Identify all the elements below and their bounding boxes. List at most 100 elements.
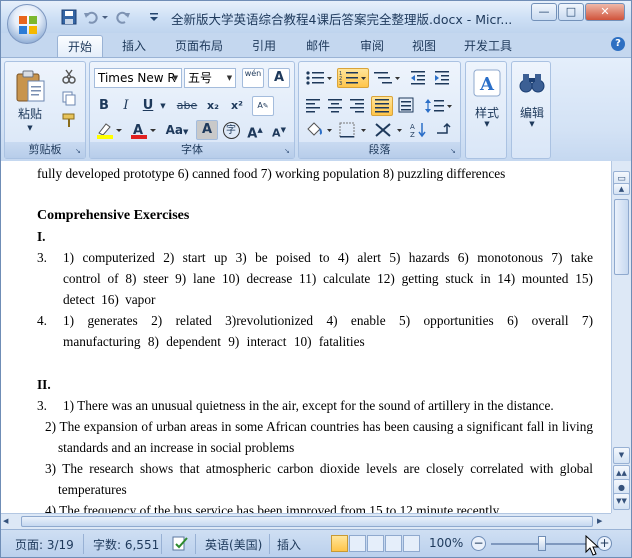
numbering-icon: 123 — [339, 71, 366, 87]
tab-insert[interactable]: 插入 — [111, 35, 157, 57]
svg-text:3: 3 — [339, 81, 342, 87]
zoom-out-button[interactable]: − — [471, 536, 486, 551]
italic-button[interactable]: I — [116, 96, 136, 116]
vertical-scroll-thumb[interactable] — [614, 199, 629, 275]
section-i-label: I. — [37, 229, 46, 244]
editing-label: 编辑 — [519, 106, 544, 120]
show-marks-button[interactable] — [431, 120, 453, 140]
font-name-combo[interactable]: Times New R ▼ — [94, 68, 182, 88]
save-icon[interactable] — [61, 9, 77, 25]
next-page-button[interactable]: ▼▼ — [613, 493, 630, 510]
asian-layout-button[interactable] — [373, 120, 405, 140]
format-painter-button[interactable] — [57, 110, 81, 130]
web-layout-view-icon[interactable] — [367, 535, 384, 552]
decrease-indent-button[interactable] — [407, 68, 429, 88]
justify-button[interactable] — [371, 96, 393, 116]
paragraph-launcher-icon[interactable]: ↘ — [450, 147, 458, 155]
redo-icon[interactable] — [115, 9, 131, 25]
font-size-dropdown-icon[interactable]: ▼ — [224, 69, 235, 87]
undo-dropdown-icon[interactable] — [101, 9, 109, 25]
window-title: 全新版大学英语综合教程4课后答案完全整理版.docx - Micr... — [171, 12, 513, 27]
zoom-level[interactable]: 100% — [429, 536, 463, 550]
horizontal-scrollbar[interactable]: ◀ ▶ — [1, 513, 611, 529]
help-icon[interactable]: ? — [611, 37, 625, 51]
highlighter-icon — [97, 123, 122, 139]
phonetic-guide-button[interactable]: wén — [242, 68, 264, 88]
zoom-slider-knob[interactable] — [538, 536, 546, 551]
align-left-button[interactable] — [303, 96, 323, 116]
line-spacing-button[interactable] — [423, 96, 455, 116]
proofing-icon[interactable] — [171, 535, 189, 553]
enclose-characters-button[interactable]: 字 — [220, 120, 242, 140]
scroll-down-button[interactable]: ▼ — [613, 447, 630, 464]
font-color-button[interactable]: A — [128, 120, 158, 140]
customize-toolbar-icon[interactable] — [149, 9, 159, 25]
item-text: 1) generates 2) related 3)revolutionized… — [63, 313, 593, 349]
styles-group[interactable]: A 样式 ▼ — [465, 61, 507, 159]
outline-view-icon[interactable] — [385, 535, 402, 552]
tab-developer[interactable]: 开发工具 — [455, 35, 521, 57]
print-layout-view-icon[interactable] — [331, 535, 348, 552]
clear-formatting-button[interactable]: A✎ — [252, 96, 274, 116]
bullets-button[interactable] — [303, 68, 335, 88]
document-body[interactable]: fully developed prototype 6) canned food… — [37, 163, 593, 513]
scroll-left-button[interactable]: ◀ — [3, 516, 15, 527]
multilevel-list-button[interactable] — [371, 68, 403, 88]
borders-button[interactable] — [337, 120, 369, 140]
bold-button[interactable]: B — [94, 96, 114, 116]
underline-dropdown-icon[interactable]: ▼ — [158, 96, 168, 116]
change-case-button[interactable]: Aa▼ — [162, 120, 192, 140]
change-case-label: Aa — [165, 123, 183, 137]
tab-home[interactable]: 开始 — [57, 35, 103, 57]
font-name-dropdown-icon[interactable]: ▼ — [170, 69, 181, 87]
undo-icon[interactable] — [83, 9, 99, 25]
language-indicator[interactable]: 英语(美国) — [205, 536, 262, 553]
page-indicator[interactable]: 页面: 3/19 — [15, 536, 74, 553]
paste-button[interactable]: 粘贴 ▼ — [9, 66, 49, 132]
vertical-scrollbar[interactable]: ▭ ▲ ▼ ▲▲ ● ▼▼ — [611, 161, 631, 513]
list-item: 3. 1) There was an unusual quietness in … — [37, 395, 593, 416]
cut-button[interactable] — [57, 66, 81, 86]
tab-review[interactable]: 审阅 — [349, 35, 395, 57]
font-size-combo[interactable]: 五号 ▼ — [184, 68, 236, 88]
close-button[interactable]: ✕ — [585, 3, 625, 21]
align-right-button[interactable] — [347, 96, 367, 116]
item-number: 4. — [37, 313, 47, 328]
document-page[interactable]: fully developed prototype 6) canned food… — [1, 161, 611, 513]
numbering-button[interactable]: 123 — [337, 68, 369, 88]
font-launcher-icon[interactable]: ↘ — [284, 147, 292, 155]
increase-indent-button[interactable] — [431, 68, 453, 88]
align-center-button[interactable] — [325, 96, 345, 116]
tab-references[interactable]: 引用 — [241, 35, 287, 57]
horizontal-scroll-thumb[interactable] — [21, 516, 593, 527]
full-screen-reading-view-icon[interactable] — [349, 535, 366, 552]
subscript-button[interactable]: x₂ — [202, 96, 224, 116]
editing-group[interactable]: 编辑 ▼ — [511, 61, 551, 159]
clipboard-launcher-icon[interactable]: ↘ — [75, 147, 83, 155]
align-left-icon — [306, 99, 320, 113]
tab-mailings[interactable]: 邮件 — [295, 35, 341, 57]
maximize-button[interactable]: □ — [558, 3, 584, 21]
sort-button[interactable]: AZ — [407, 120, 429, 140]
character-border-button[interactable]: A — [268, 68, 290, 88]
scroll-right-button[interactable]: ▶ — [597, 516, 609, 527]
draft-view-icon[interactable] — [403, 535, 420, 552]
tab-view[interactable]: 视图 — [401, 35, 447, 57]
highlight-color-button[interactable] — [94, 120, 124, 140]
distributed-button[interactable] — [395, 96, 417, 116]
character-shading-button[interactable]: A — [196, 120, 218, 140]
scroll-up-button[interactable]: ▲ — [613, 183, 630, 195]
shrink-font-label: A — [272, 126, 281, 140]
grow-font-button[interactable]: A▲ — [244, 120, 266, 141]
copy-button[interactable] — [57, 88, 81, 108]
strikethrough-button[interactable]: abe — [174, 96, 200, 116]
shading-button[interactable] — [303, 120, 335, 140]
underline-button[interactable]: U — [138, 96, 158, 116]
minimize-button[interactable]: — — [531, 3, 557, 21]
word-count[interactable]: 字数: 6,551 — [93, 536, 159, 553]
tab-page-layout[interactable]: 页面布局 — [169, 35, 229, 57]
superscript-button[interactable]: x² — [226, 96, 248, 116]
shrink-font-button[interactable]: A▼ — [268, 120, 290, 140]
office-button[interactable] — [7, 4, 47, 44]
insert-mode-indicator[interactable]: 插入 — [277, 536, 301, 553]
